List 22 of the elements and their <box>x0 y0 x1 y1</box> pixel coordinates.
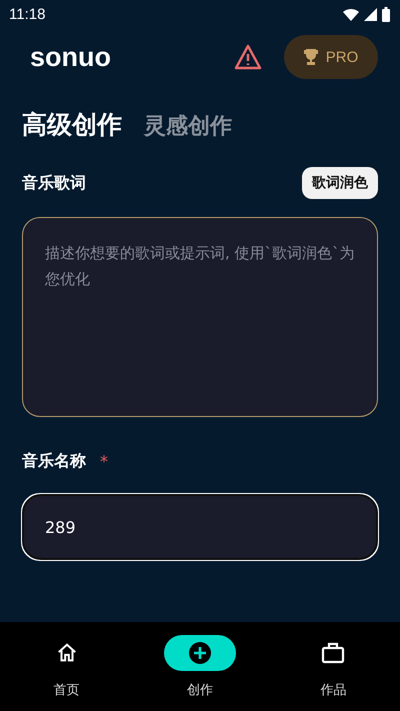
warning-icon[interactable] <box>234 44 262 70</box>
battery-icon <box>382 6 390 22</box>
nav-item[interactable]: 首页 <box>22 634 112 698</box>
lyrics-label: 音乐歌词 <box>22 172 86 194</box>
pro-button[interactable]: PRO <box>284 35 378 79</box>
trophy-icon <box>304 49 318 65</box>
briefcase-icon <box>321 642 346 664</box>
plus-icon <box>188 640 212 664</box>
tab[interactable]: 高级创作 <box>22 108 122 141</box>
signal-icon <box>364 8 377 20</box>
music-name-label: 音乐名称 <box>22 451 86 472</box>
lyrics-field[interactable]: 描述你想要的歌词或提示词, 使用`歌词润色`为您优化 <box>22 217 378 417</box>
nav-item[interactable]: 作品 <box>288 634 378 698</box>
tab[interactable]: 灵感创作 <box>144 111 232 141</box>
polish-lyrics-button[interactable]: 歌词润色 <box>302 167 378 199</box>
status-time: 11:18 <box>9 6 46 22</box>
required-mark: * <box>100 452 108 471</box>
home-icon <box>56 642 78 664</box>
wifi-icon <box>343 8 359 20</box>
nav-item[interactable]: 创作 <box>154 634 245 698</box>
app-logo: sonuo <box>30 42 112 72</box>
music-name-field[interactable]: 289 <box>22 494 378 560</box>
